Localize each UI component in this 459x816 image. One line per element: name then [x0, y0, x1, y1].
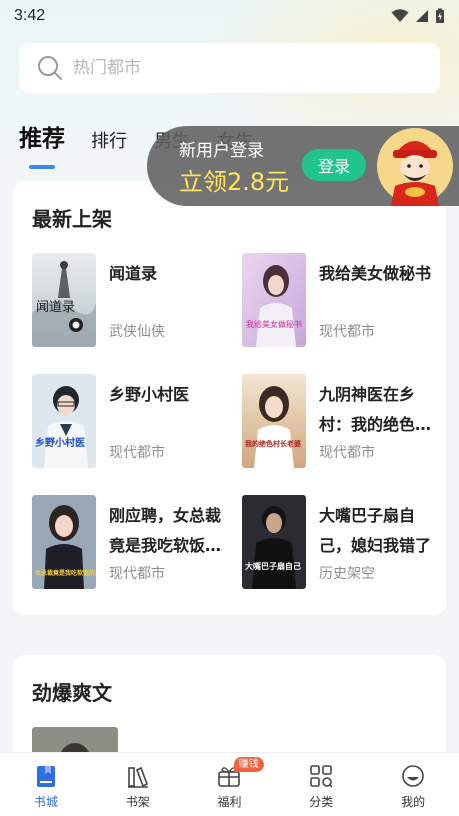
book-item[interactable]: 大嘴巴子扇自己 大嘴巴子扇自己，媳妇我错了 历史架空	[242, 495, 447, 591]
book-cover: 我的绝色村长老婆	[242, 374, 306, 468]
nav-label: 福利	[217, 795, 242, 809]
book-genre: 现代都市	[109, 445, 165, 461]
bookshelf-icon	[127, 766, 148, 788]
nav-bookshelf[interactable]: 书架	[92, 753, 184, 816]
cover-title: 我的绝色村长老婆	[245, 439, 301, 448]
book-title[interactable]: 刚应聘，女总裁竟是我吃软饭的对象	[109, 501, 231, 561]
nav-profile[interactable]: 我的	[367, 753, 459, 816]
tab-ranking[interactable]: 排行	[91, 127, 127, 157]
book-title[interactable]: 乡野小村医	[109, 380, 231, 410]
nav-categories[interactable]: 分类	[275, 753, 367, 816]
book-cover: 我给美女做秘书	[242, 253, 306, 347]
nav-bookstore[interactable]: 书城	[0, 753, 92, 816]
cover-title: 我给美女做秘书	[246, 319, 302, 329]
book-item[interactable]: 女总裁竟是我吃软饭的对象 刚应聘，女总裁竟是我吃软饭的对象 现代都市	[32, 495, 237, 591]
book-genre: 武侠仙侠	[109, 324, 165, 340]
book-title[interactable]: 我给美女做秘书	[319, 259, 441, 289]
promo-reward: 立领2.8元	[179, 168, 290, 196]
book-genre: 现代都市	[109, 566, 165, 582]
fortune-god-icon	[377, 128, 453, 206]
book-cover: 闻道录	[32, 253, 96, 347]
section-title: 劲爆爽文	[32, 681, 112, 705]
nav-label: 书城	[33, 795, 58, 809]
promo-title: 新用户登录	[179, 141, 264, 161]
book-item[interactable]: 我给美女做秘书 我给美女做秘书 现代都市	[242, 253, 447, 349]
new-releases-section: 最新上架 闻道录 闻道录 武侠仙侠 我给美女做秘书 我给美女做秘书 现代都市 乡…	[13, 181, 446, 615]
search-input[interactable]	[73, 58, 373, 78]
section-title: 最新上架	[32, 207, 112, 231]
book-title[interactable]: 大嘴巴子扇自己，媳妇我错了	[319, 501, 441, 561]
book-item[interactable]: 闻道录 闻道录 武侠仙侠	[32, 253, 237, 349]
book-item[interactable]: 我的绝色村长老婆 九阴神医在乡村：我的绝色村长老婆 现代都市	[242, 374, 447, 470]
nav-label: 分类	[309, 795, 334, 809]
book-item[interactable]: 乡野小村医 乡野小村医 现代都市	[32, 374, 237, 470]
book-title[interactable]: 闻道录	[109, 259, 231, 289]
nav-rewards[interactable]: 赚钱 福利	[184, 753, 276, 816]
search-icon	[38, 56, 62, 80]
nav-label: 我的	[401, 795, 426, 809]
new-user-login-banner[interactable]: 新用户登录 立领2.8元 登录	[147, 126, 459, 206]
category-icon	[310, 765, 333, 788]
cover-title: 女总裁竟是我吃软饭的对象	[35, 569, 96, 577]
book-genre: 现代都市	[319, 445, 375, 461]
login-button[interactable]: 登录	[302, 149, 366, 181]
book-cover: 乡野小村医	[32, 374, 96, 468]
profile-icon	[402, 765, 424, 787]
book-title[interactable]: 九阴神医在乡村：我的绝色村长老婆	[319, 380, 441, 440]
signal-icon	[416, 10, 428, 22]
status-icons	[391, 8, 445, 24]
earn-money-badge: 赚钱	[233, 757, 264, 772]
status-time: 3:42	[14, 7, 46, 24]
wifi-icon	[391, 9, 409, 22]
book-icon	[36, 766, 55, 787]
status-bar: 3:42	[0, 0, 459, 32]
book-genre: 现代都市	[319, 324, 375, 340]
book-cover: 女总裁竟是我吃软饭的对象	[32, 495, 96, 589]
battery-icon	[436, 8, 444, 23]
cover-title: 乡野小村医	[35, 436, 85, 449]
cover-title: 大嘴巴子扇自己	[245, 561, 301, 571]
book-cover: 大嘴巴子扇自己	[242, 495, 306, 589]
cover-title: 闻道录	[36, 300, 75, 315]
search-bar[interactable]	[19, 43, 440, 93]
book-genre: 历史架空	[319, 566, 375, 582]
nav-label: 书架	[125, 795, 150, 809]
bottom-navigation: 书城 书架 赚钱 福利 分类 我的	[0, 752, 459, 816]
tab-recommend[interactable]: 推荐	[19, 119, 65, 169]
